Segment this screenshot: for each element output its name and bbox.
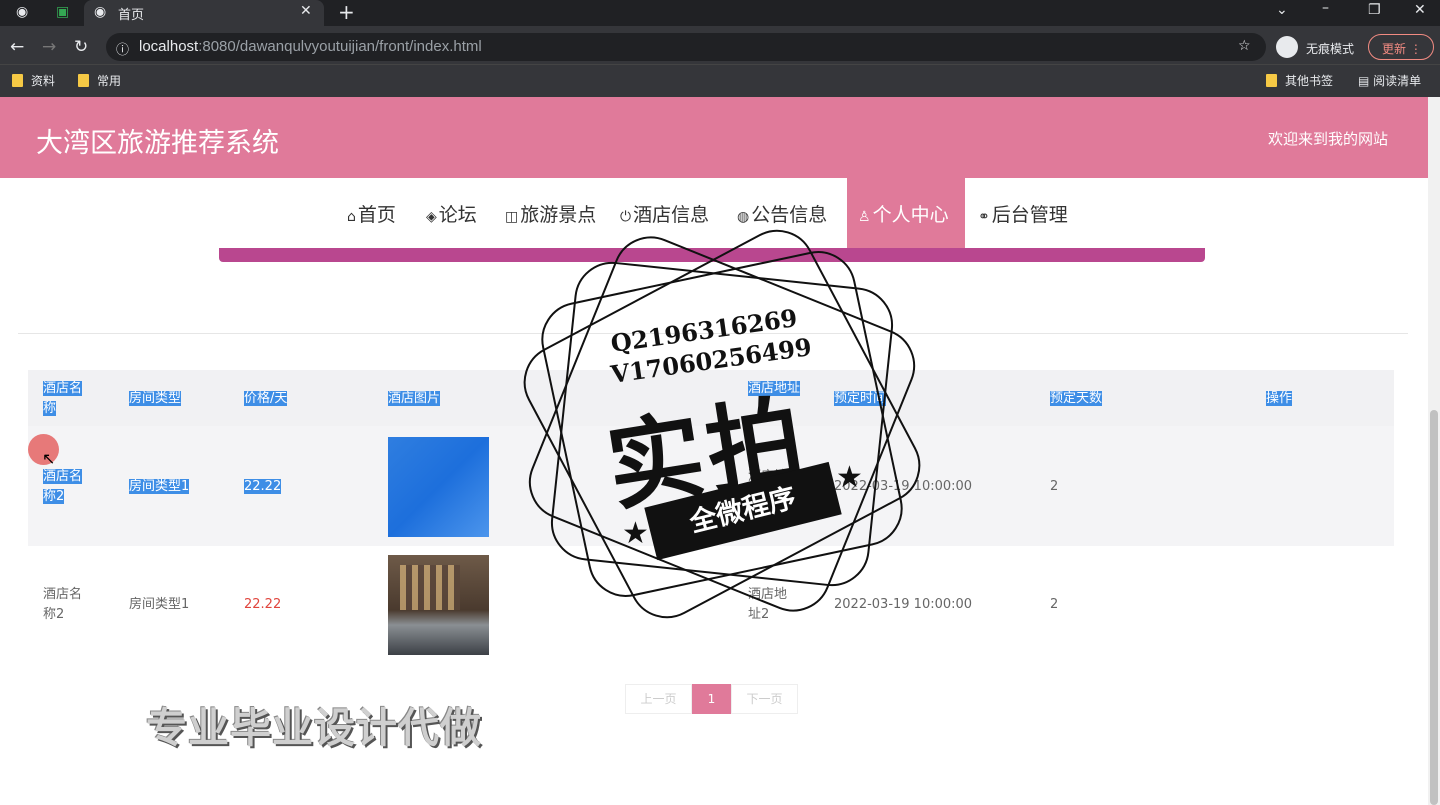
- tab-search-icon[interactable]: ⌄: [1276, 2, 1288, 18]
- stamp-watermark: Q2196316269 V17060256499 实拍 全微程序 ★ ★: [510, 216, 934, 632]
- nav-attractions[interactable]: ◫ 旅游景点: [505, 200, 596, 227]
- col-header-image: 酒店图片: [388, 391, 441, 406]
- home-icon: ⌂: [347, 209, 356, 225]
- window-close-icon[interactable]: ✕: [1414, 2, 1426, 18]
- folder-icon: [1266, 74, 1277, 87]
- scroll-thumb[interactable]: [1430, 410, 1438, 805]
- info-icon[interactable]: ⓘ: [116, 39, 129, 58]
- col-header-price: 价格/天: [244, 391, 288, 406]
- col-header-days: 预定天数: [1050, 391, 1103, 406]
- col-header-room-type: 房间类型: [129, 391, 182, 406]
- cell-room-type: 房间类型1: [129, 479, 190, 494]
- bookmarks-bar: [0, 64, 1440, 97]
- bookmark-changyong[interactable]: 常用: [78, 72, 121, 89]
- gift-icon: ◫: [505, 209, 519, 225]
- cell-price: 22.22: [244, 597, 282, 612]
- cell-hotel: 酒店名称2: [43, 469, 83, 504]
- cell-days: 2: [1050, 597, 1059, 612]
- bookmark-ziliao[interactable]: 资料: [12, 72, 55, 89]
- reading-list-icon: ▤: [1358, 74, 1374, 88]
- nav-admin[interactable]: ⚭ 后台管理: [978, 200, 1068, 227]
- hotel-image[interactable]: [388, 437, 489, 537]
- building-facade: [400, 565, 460, 610]
- promo-watermark: 专业毕业设计代做: [146, 704, 482, 752]
- incognito-label: 无痕模式: [1306, 42, 1355, 56]
- welcome-text: 欢迎来到我的网站: [1268, 130, 1389, 148]
- tab-favicon-icon: ◉: [94, 4, 107, 20]
- forward-icon[interactable]: →: [42, 37, 56, 57]
- cell-hotel: 酒店名称2: [43, 587, 83, 622]
- power-icon: ⏻: [620, 209, 632, 225]
- update-button[interactable]: 更新 ⋮: [1368, 34, 1434, 60]
- incognito-icon[interactable]: [1276, 36, 1298, 58]
- bookmark-star-icon[interactable]: ☆: [1238, 38, 1251, 54]
- nav-personal-center[interactable]: ♙ 个人中心: [858, 200, 949, 227]
- nav-notices[interactable]: ◍ 公告信息: [737, 200, 827, 227]
- bookmark-other[interactable]: 其他书签: [1266, 72, 1333, 89]
- prev-page-button[interactable]: 上一页: [625, 684, 692, 714]
- reload-icon[interactable]: ↻: [74, 37, 88, 57]
- col-header-actions: 操作: [1266, 391, 1293, 406]
- globe-icon[interactable]: ◉: [16, 4, 28, 20]
- hotel-image[interactable]: [388, 555, 489, 655]
- site-title: 大湾区旅游推荐系统: [36, 128, 279, 159]
- folder-icon: [12, 74, 23, 87]
- minimize-icon[interactable]: –: [1322, 0, 1329, 16]
- maximize-icon[interactable]: ❐: [1368, 2, 1381, 18]
- back-icon[interactable]: ←: [10, 37, 24, 57]
- next-page-button[interactable]: 下一页: [731, 684, 798, 714]
- nav-hotels[interactable]: ⏻ 酒店信息: [620, 200, 709, 227]
- reading-list[interactable]: ▤ 阅读清单: [1358, 72, 1421, 89]
- star-icon: ★: [836, 460, 863, 495]
- cell-price: 22.22: [244, 479, 282, 494]
- folder-icon: [78, 74, 89, 87]
- mouse-pointer-icon: ↖: [42, 449, 56, 468]
- page-1-button[interactable]: 1: [692, 684, 731, 714]
- close-tab-icon[interactable]: ✕: [300, 3, 312, 19]
- new-tab-icon[interactable]: +: [338, 0, 355, 24]
- link-icon: ⚭: [978, 209, 990, 225]
- nav-home[interactable]: ⌂ 首页: [347, 200, 396, 227]
- globe-icon: ◍: [737, 209, 750, 225]
- star-icon: ★: [622, 516, 649, 551]
- user-icon: ♙: [858, 209, 871, 225]
- col-header-hotel: 酒店名称: [43, 381, 83, 416]
- nav-forum[interactable]: ◈ 论坛: [426, 200, 477, 227]
- url-text[interactable]: localhost:8080/dawanqulvyoutuijian/front…: [139, 38, 482, 55]
- tab-title: 首页: [118, 8, 145, 23]
- cell-days: 2: [1050, 479, 1059, 494]
- cube-icon: ◈: [426, 209, 437, 225]
- cell-room-type: 房间类型1: [129, 597, 190, 612]
- app-icon[interactable]: ▣: [56, 4, 69, 20]
